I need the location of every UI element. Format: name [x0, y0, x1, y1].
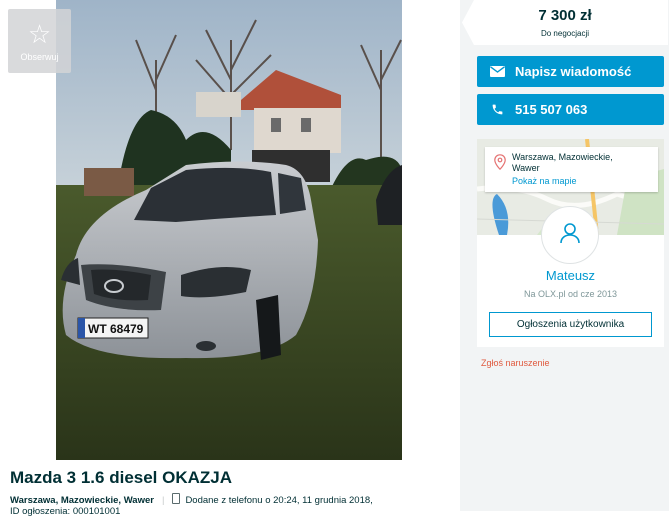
phone-number: 515 507 063: [515, 102, 588, 117]
avatar[interactable]: [541, 206, 599, 264]
mobile-device-icon: [172, 493, 181, 504]
car-photo-illustration: WT 68479: [56, 0, 402, 460]
user-ads-button[interactable]: Ogłoszenia użytkownika: [489, 312, 652, 337]
listing-main: WT 68479 ☆ Obserwuj Mazda 3 1.6 diesel O…: [0, 0, 460, 517]
listing-location[interactable]: Warszawa, Mazowieckie, Wawer: [10, 495, 154, 506]
license-plate-text: WT 68479: [88, 322, 144, 336]
listing-id: ID ogłoszenia: 000101001: [10, 506, 121, 517]
price-amount: 7 300 zł: [538, 7, 592, 24]
seller-address-line1: Warszawa, Mazowieckie,: [512, 152, 613, 162]
seller-address-line2: Wawer: [512, 163, 540, 173]
user-icon: [558, 221, 582, 250]
star-icon: ☆: [27, 18, 52, 49]
added-time: o 20:24, 11 grudnia 2018,: [265, 495, 373, 506]
location-box: Warszawa, Mazowieckie, Wawer Pokaż na ma…: [485, 147, 658, 192]
envelope-icon: [489, 66, 505, 77]
listing-meta: Warszawa, Mazowieckie, Wawer | Dodane z te…: [10, 493, 373, 506]
price-box: 7 300 zł Do negocjacji: [462, 0, 668, 45]
seller-name[interactable]: Mateusz: [477, 268, 664, 283]
show-on-map-link[interactable]: Pokaż na mapie: [512, 176, 658, 186]
observe-button[interactable]: ☆ Obserwuj: [8, 9, 71, 73]
seller-card: Warszawa, Mazowieckie, Wawer Pokaż na ma…: [477, 139, 664, 347]
send-message-label: Napisz wiadomość: [515, 64, 632, 79]
price-negotiable: Do negocjacji: [540, 29, 590, 38]
phone-icon: [489, 103, 505, 116]
member-since: Na OLX.pl od cze 2013: [523, 289, 618, 299]
listing-title: Mazda 3 1.6 diesel OKAZJA: [10, 468, 233, 487]
report-link[interactable]: Zgłoś naruszenie: [481, 358, 550, 368]
show-phone-button[interactable]: 515 507 063: [477, 94, 664, 125]
meta-divider: |: [161, 495, 165, 506]
send-message-button[interactable]: Napisz wiadomość: [477, 56, 664, 87]
added-from-phone: Dodane z telefonu: [185, 495, 263, 506]
listing-photo[interactable]: WT 68479: [56, 0, 402, 460]
map-pin-icon: [494, 154, 506, 175]
observe-label: Obserwuj: [20, 51, 59, 62]
